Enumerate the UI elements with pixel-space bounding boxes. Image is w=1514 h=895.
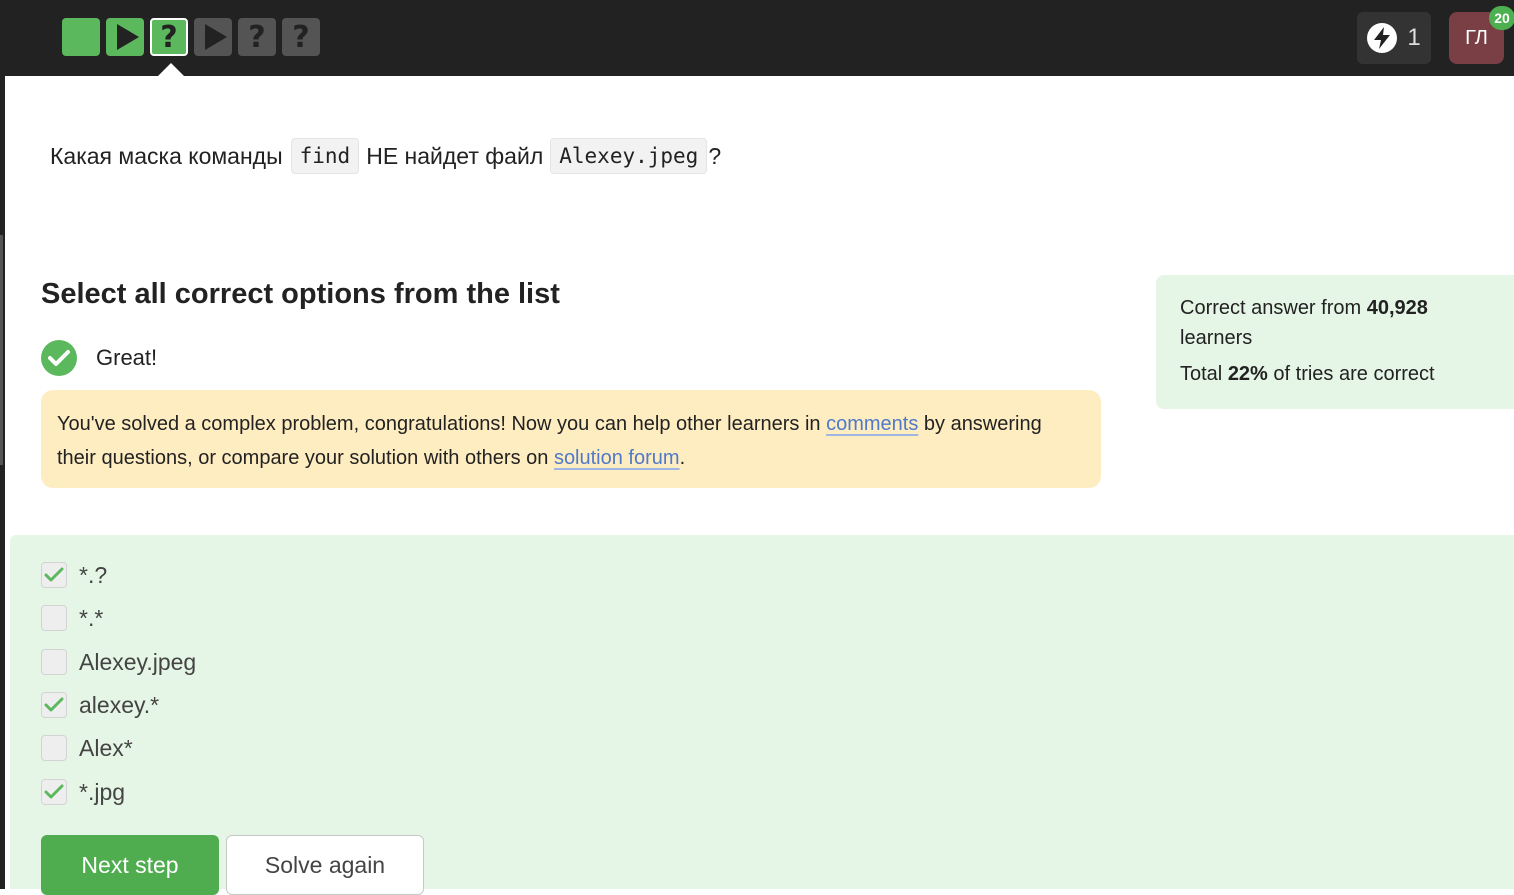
- stats-percent-value: 22%: [1227, 363, 1268, 385]
- option-4[interactable]: alexey.*: [41, 690, 159, 720]
- question-icon: ?: [292, 19, 310, 55]
- stats-learners-count: 40,928: [1366, 297, 1428, 319]
- option-label: Alexey.jpeg: [79, 648, 197, 675]
- question-part-2: НЕ найдет файл: [366, 142, 544, 169]
- option-5[interactable]: Alex*: [41, 733, 133, 763]
- option-label: *.*: [79, 604, 104, 631]
- code-find: find: [290, 138, 360, 174]
- solution-forum-link[interactable]: solution forum: [554, 447, 680, 469]
- step-1-button[interactable]: [62, 18, 100, 56]
- stats-percent-suffix: of tries are correct: [1267, 363, 1435, 385]
- check-icon: [44, 567, 64, 582]
- avatar-initials: ГЛ: [1465, 26, 1488, 49]
- checkbox-unchecked[interactable]: [41, 735, 67, 761]
- option-label: *.jpg: [79, 778, 126, 805]
- question-part-3: ?: [708, 142, 722, 169]
- stats-learners: Correct answer from 40,928 learners: [1180, 293, 1514, 353]
- step-6-button[interactable]: ?: [282, 18, 320, 56]
- notification-badge[interactable]: 20: [1489, 6, 1514, 30]
- option-1[interactable]: *.?: [41, 560, 107, 590]
- option-label: alexey.*: [79, 691, 160, 718]
- stats-percent: Total 22% of tries are correct: [1180, 359, 1514, 389]
- feedback-status: Great!: [41, 340, 157, 376]
- step-3-button[interactable]: ?: [150, 18, 188, 56]
- checkbox-unchecked[interactable]: [41, 649, 67, 675]
- check-circle-icon: [41, 340, 77, 376]
- energy-count: 1: [1407, 24, 1421, 51]
- option-2[interactable]: *.*: [41, 603, 103, 633]
- check-icon: [44, 784, 64, 799]
- hint-text-1: You've solved a complex problem, congrat…: [57, 413, 827, 435]
- stats-learners-prefix: Correct answer from: [1180, 297, 1367, 319]
- top-navigation-bar: ? ? ? 1 ГЛ 20: [0, 0, 1514, 76]
- option-label: *.?: [79, 561, 108, 588]
- next-step-button[interactable]: Next step: [41, 835, 219, 895]
- checkbox-checked[interactable]: [41, 562, 67, 588]
- checkbox-unchecked[interactable]: [41, 605, 67, 631]
- lightning-icon: [1367, 23, 1398, 53]
- solve-again-button[interactable]: Solve again: [226, 835, 424, 895]
- energy-counter[interactable]: 1: [1357, 12, 1431, 64]
- question-icon: ?: [248, 19, 266, 55]
- left-panel-handle[interactable]: [0, 235, 3, 465]
- hint-text-3: .: [679, 447, 686, 469]
- current-step-pointer: [158, 63, 184, 76]
- question-icon: ?: [160, 19, 178, 55]
- comments-link[interactable]: comments: [826, 413, 918, 435]
- checkbox-checked[interactable]: [41, 692, 67, 718]
- left-panel-edge: [0, 76, 5, 889]
- step-5-button[interactable]: ?: [238, 18, 276, 56]
- option-6[interactable]: *.jpg: [41, 777, 125, 807]
- question-part-1: Какая маска команды: [50, 142, 283, 169]
- step-4-button[interactable]: [194, 18, 232, 56]
- play-icon: [204, 24, 227, 50]
- check-icon: [44, 697, 64, 712]
- checkbox-checked[interactable]: [41, 779, 67, 805]
- feedback-hint: You've solved a complex problem, congrat…: [41, 390, 1101, 488]
- stats-panel: Correct answer from 40,928 learners Total…: [1156, 275, 1514, 409]
- question-text: Какая маска команды find НЕ найдет файл …: [50, 138, 721, 174]
- code-filename: Alexey.jpeg: [550, 138, 708, 174]
- stats-percent-prefix: Total: [1180, 363, 1228, 385]
- answer-options-panel: *.? *.* Alexey.jpeg alexey.* Alex* *.jpg…: [10, 535, 1514, 895]
- feedback-status-text: Great!: [96, 345, 158, 370]
- play-icon: [116, 24, 139, 50]
- step-2-button[interactable]: [106, 18, 144, 56]
- option-3[interactable]: Alexey.jpeg: [41, 647, 196, 677]
- option-label: Alex*: [79, 734, 133, 761]
- stats-learners-suffix: learners: [1180, 327, 1253, 349]
- instructions-heading: Select all correct options from the list: [41, 278, 560, 310]
